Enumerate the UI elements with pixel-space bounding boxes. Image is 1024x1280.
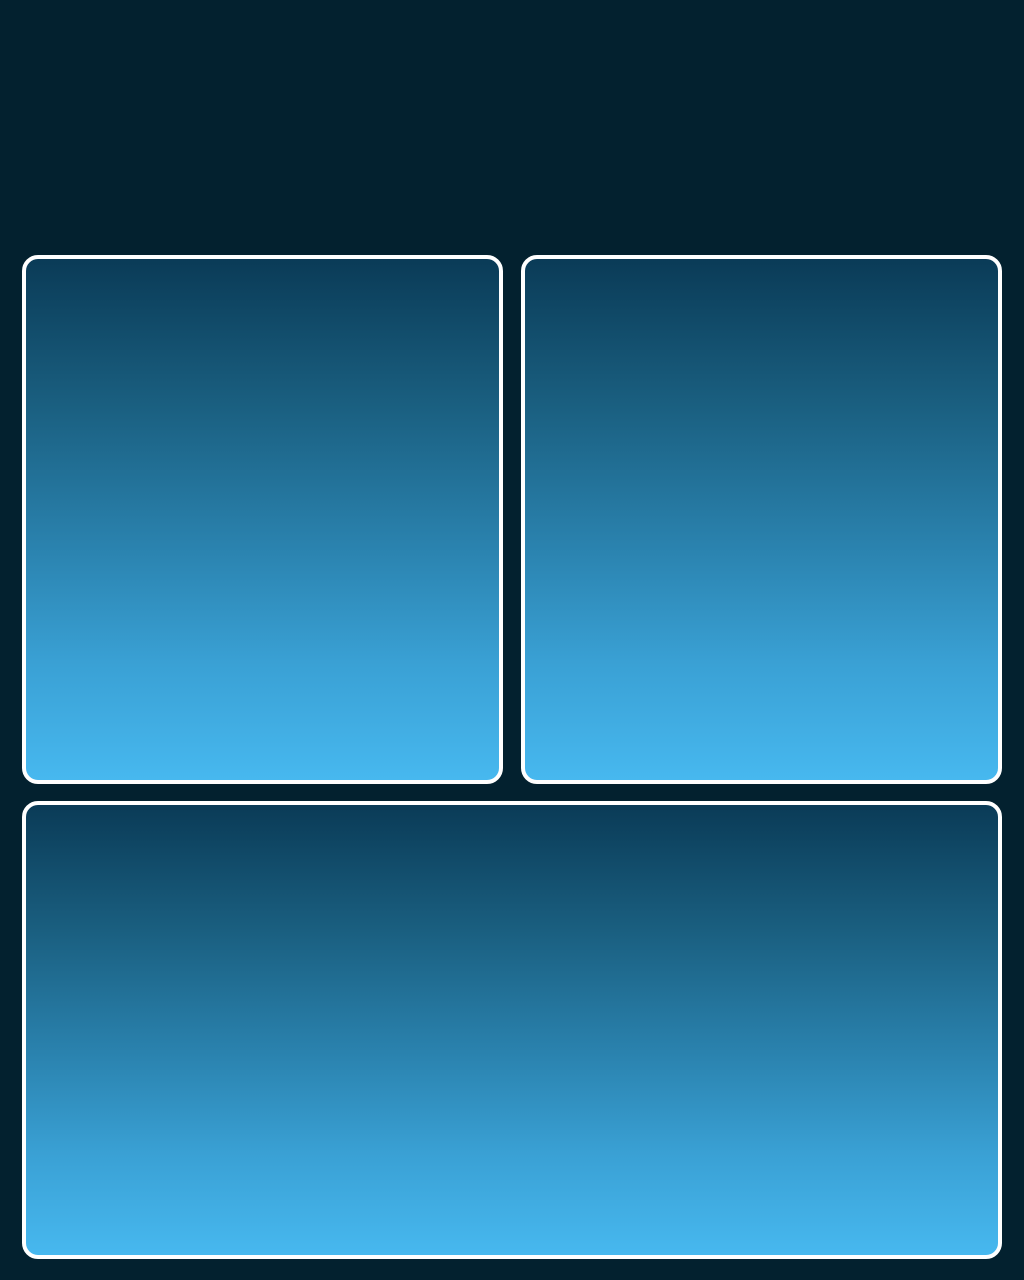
page-canvas: { "colors": { "background": "#03212f", "… [0,0,1024,1280]
panel-top-left [22,255,503,784]
panel-top-right [521,255,1002,784]
panel-bottom-wide [22,801,1002,1259]
